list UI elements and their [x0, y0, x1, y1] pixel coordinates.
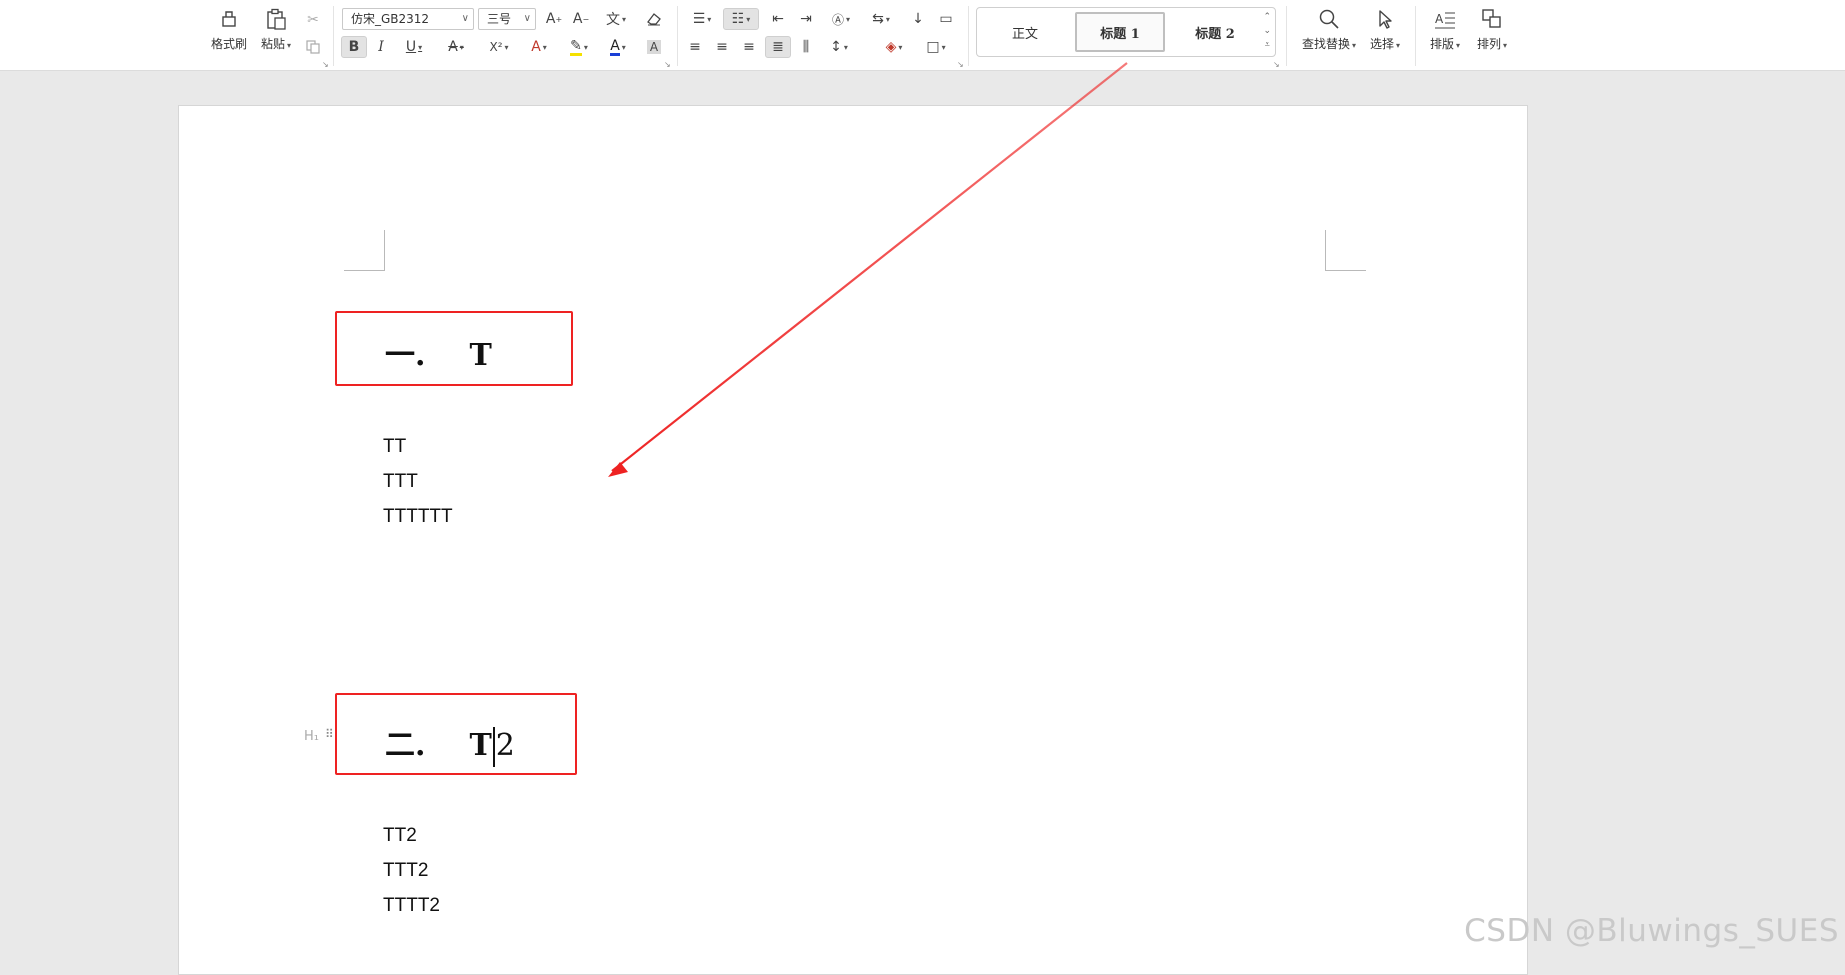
arrow-head — [608, 462, 628, 477]
watermark: CSDN @Bluwings_SUES — [1464, 913, 1839, 949]
annotation-arrow — [608, 62, 1128, 477]
arrow-line — [611, 62, 1128, 472]
